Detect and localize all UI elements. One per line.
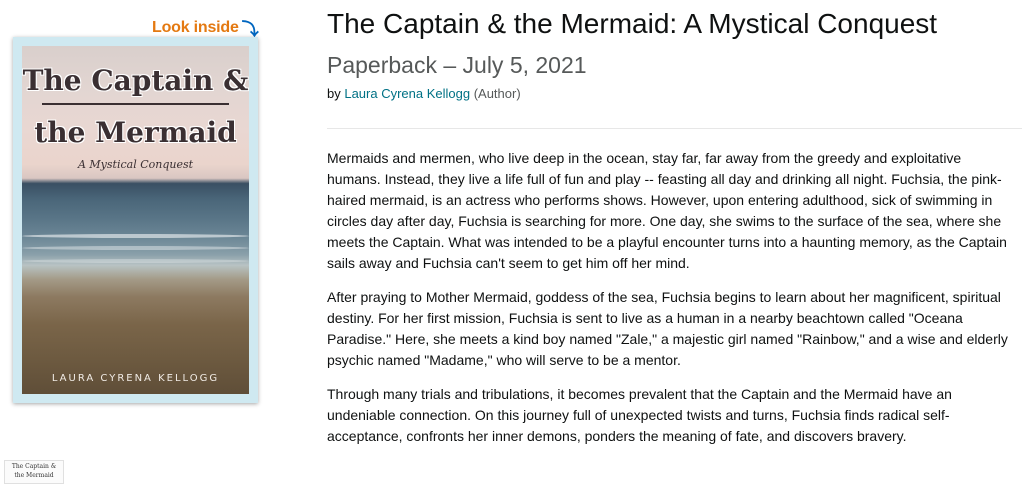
cover-author: LAURA CYRENA KELLOGG — [51, 373, 220, 384]
divider — [327, 128, 1022, 129]
product-title: The Captain & the Mermaid: A Mystical Co… — [327, 8, 938, 39]
cover-thumbnail[interactable]: The Captain & the Mermaid — [4, 460, 64, 484]
cover-wave — [22, 234, 249, 238]
description-paragraph: Through many trials and tribulations, it… — [327, 386, 952, 444]
book-description: Mermaids and mermen, who live deep in th… — [327, 148, 1012, 460]
cover-title-rule — [42, 103, 229, 105]
cover-title-line2: the Mermaid — [34, 116, 237, 149]
product-format: Paperback – July 5, 2021 — [327, 52, 587, 78]
author-role: (Author) — [470, 86, 521, 101]
book-cover-image[interactable]: The Captain & the Mermaid A Mystical Con… — [13, 37, 258, 403]
thumbnail-title-line2: the Mermaid — [14, 472, 54, 479]
description-paragraph: After praying to Mother Mermaid, goddess… — [327, 289, 1008, 368]
byline: by Laura Cyrena Kellogg (Author) — [327, 86, 521, 101]
thumbnail-title-line1: The Captain & — [11, 463, 57, 470]
cover-title-line1: The Captain & — [22, 64, 249, 97]
author-link[interactable]: Laura Cyrena Kellogg — [344, 86, 470, 101]
cover-art: The Captain & the Mermaid A Mystical Con… — [22, 46, 249, 394]
look-inside-label: Look inside — [152, 18, 239, 36]
description-paragraph: Mermaids and mermen, who live deep in th… — [327, 150, 1007, 271]
byline-prefix: by — [327, 86, 345, 101]
cover-wave — [22, 246, 249, 250]
cover-subtitle: A Mystical Conquest — [77, 158, 194, 171]
cover-wave — [22, 259, 249, 263]
